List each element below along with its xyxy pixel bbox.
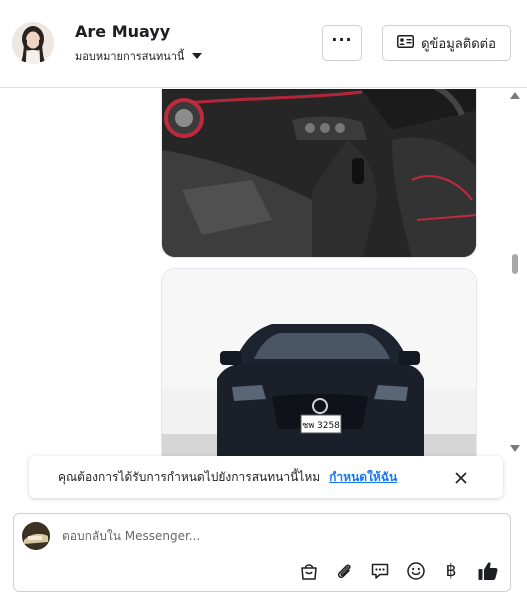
baht-icon[interactable]: ฿ — [439, 559, 463, 583]
close-icon[interactable] — [454, 470, 468, 484]
more-dots-icon: ··· — [331, 30, 353, 49]
car-front-photo[interactable]: ชพ 3258 — [161, 268, 477, 460]
more-options-button[interactable]: ··· — [322, 25, 362, 61]
emoji-icon[interactable] — [404, 559, 428, 583]
paperclip-icon[interactable] — [332, 559, 356, 583]
reply-input[interactable] — [62, 526, 482, 546]
baht-symbol: ฿ — [445, 561, 457, 581]
scrollbar-thumb[interactable] — [512, 254, 518, 274]
page-avatar — [22, 522, 50, 550]
conversation-header: Are Muayy มอบหมายการสนทนานี้ ··· ดูข้อมู… — [0, 0, 527, 88]
message-thread: ชพ 3258 — [0, 89, 527, 460]
message-composer: ฿ — [13, 513, 511, 592]
assign-conversation-dropdown[interactable]: มอบหมายการสนทนานี้ — [75, 47, 203, 65]
assign-conversation-prompt: คุณต้องการได้รับการกำหนดไปยังการสนทนานี้… — [29, 456, 503, 498]
car-interior-photo[interactable] — [161, 89, 477, 258]
assign-label: มอบหมายการสนทนานี้ — [75, 50, 185, 63]
caret-down-icon — [192, 53, 203, 59]
view-contact-info-button[interactable]: ดูข้อมูลติดต่อ — [382, 25, 511, 61]
shopping-bag-icon[interactable] — [297, 559, 321, 583]
composer-toolbar: ฿ — [14, 559, 512, 583]
thumbs-up-icon[interactable] — [476, 559, 500, 583]
license-plate-text: ชพ 3258 — [302, 421, 340, 431]
scroll-down-arrow-icon[interactable] — [510, 445, 520, 452]
assign-to-me-link[interactable]: กำหนดให้ฉัน — [329, 468, 397, 487]
contact-avatar[interactable] — [12, 22, 54, 64]
assign-prompt-text: คุณต้องการได้รับการกำหนดไปยังการสนทนานี้… — [58, 469, 321, 484]
scroll-up-arrow-icon[interactable] — [510, 92, 520, 99]
contact-card-icon — [397, 34, 415, 52]
contact-name[interactable]: Are Muayy — [75, 22, 170, 41]
view-contact-info-label: ดูข้อมูลติดต่อ — [421, 36, 496, 52]
saved-reply-icon[interactable] — [368, 559, 392, 583]
